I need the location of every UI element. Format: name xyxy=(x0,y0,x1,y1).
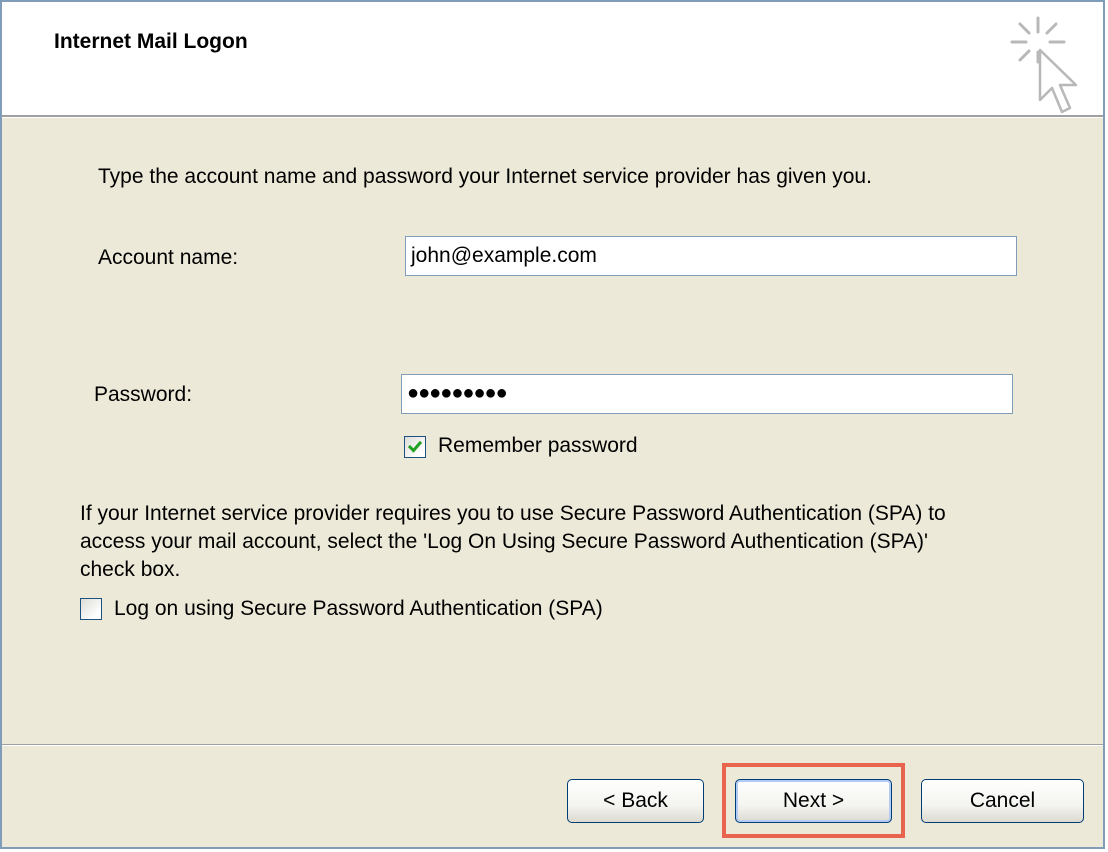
account-name-value: john@example.com xyxy=(411,244,597,267)
dialog-header: Internet Mail Logon xyxy=(2,2,1103,115)
back-button[interactable]: < Back xyxy=(567,779,704,823)
wizard-cursor-icon xyxy=(1010,16,1078,114)
cancel-button[interactable]: Cancel xyxy=(921,779,1084,823)
page-title: Internet Mail Logon xyxy=(54,30,248,53)
remember-password-label[interactable]: Remember password xyxy=(438,434,638,458)
password-input[interactable]: ●●●●●●●●● xyxy=(401,374,1013,414)
password-label: Password: xyxy=(94,383,193,406)
spa-info-text: If your Internet service provider requir… xyxy=(80,502,946,581)
account-name-input[interactable]: john@example.com xyxy=(405,236,1017,276)
account-name-label: Account name: xyxy=(98,246,239,269)
remember-password-checkbox[interactable] xyxy=(404,436,426,458)
spa-checkbox[interactable] xyxy=(80,598,102,620)
dialog-body xyxy=(2,118,1103,744)
password-value: ●●●●●●●●● xyxy=(407,382,508,404)
next-button-highlight xyxy=(722,763,905,838)
spa-checkbox-label[interactable]: Log on using Secure Password Authenticat… xyxy=(114,597,603,621)
checkmark-icon xyxy=(407,440,423,453)
instruction-text: Type the account name and password your … xyxy=(98,165,872,188)
